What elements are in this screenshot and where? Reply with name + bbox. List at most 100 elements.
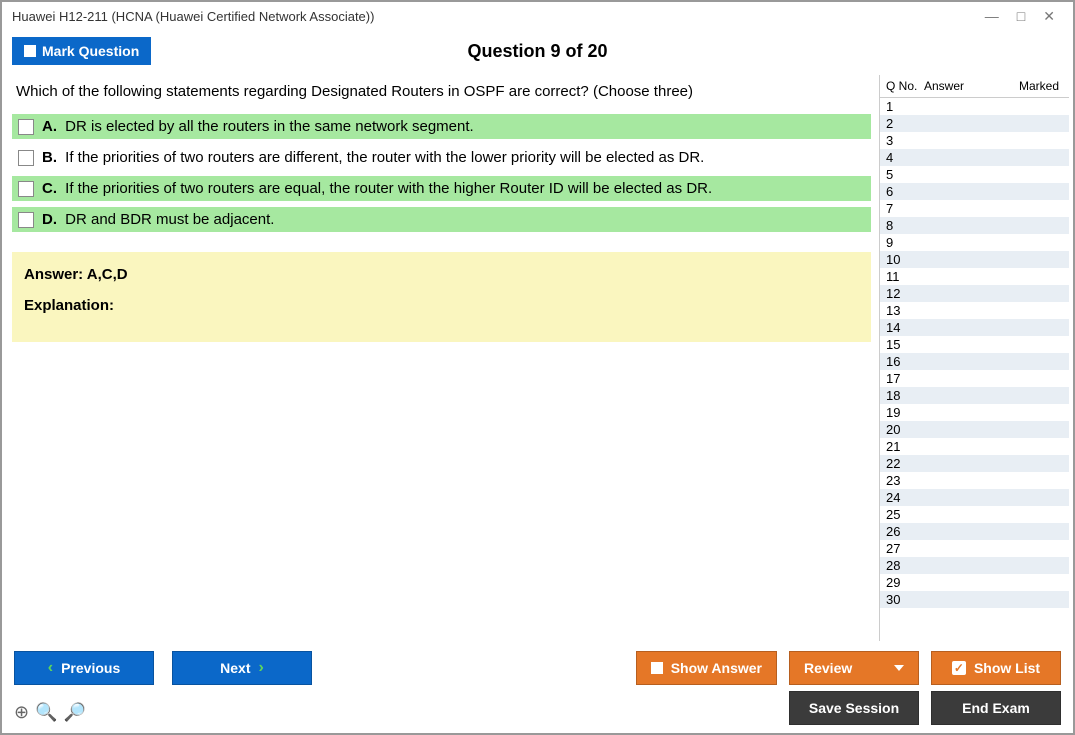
nav-row[interactable]: 29 xyxy=(880,574,1069,591)
nav-row-qno: 29 xyxy=(886,575,924,590)
next-button[interactable]: Next › xyxy=(172,651,312,685)
chevron-left-icon: ‹ xyxy=(48,660,53,676)
option-checkbox[interactable] xyxy=(18,150,34,166)
mark-question-label: Mark Question xyxy=(42,43,139,59)
nav-row-qno: 6 xyxy=(886,184,924,199)
minimize-icon[interactable]: — xyxy=(985,8,999,25)
chevron-right-icon: › xyxy=(259,660,264,676)
option-checkbox[interactable] xyxy=(18,119,34,135)
nav-row[interactable]: 2 xyxy=(880,115,1069,132)
options-list: A. DR is elected by all the routers in t… xyxy=(12,114,871,232)
nav-row[interactable]: 14 xyxy=(880,319,1069,336)
nav-col-marked: Marked xyxy=(984,79,1063,93)
nav-row[interactable]: 22 xyxy=(880,455,1069,472)
nav-row-qno: 24 xyxy=(886,490,924,505)
nav-row-qno: 1 xyxy=(886,99,924,114)
nav-header: Q No. Answer Marked xyxy=(880,75,1069,98)
nav-row[interactable]: 15 xyxy=(880,336,1069,353)
nav-row[interactable]: 13 xyxy=(880,302,1069,319)
nav-row-qno: 21 xyxy=(886,439,924,454)
close-icon[interactable]: ✕ xyxy=(1043,8,1055,25)
nav-row-qno: 14 xyxy=(886,320,924,335)
nav-row-qno: 22 xyxy=(886,456,924,471)
zoom-in-icon[interactable]: 🔍 xyxy=(35,702,57,723)
nav-row[interactable]: 27 xyxy=(880,540,1069,557)
question-text: Which of the following statements regard… xyxy=(16,83,871,100)
show-list-button[interactable]: ✓ Show List xyxy=(931,651,1061,685)
option-text: B. If the priorities of two routers are … xyxy=(42,149,704,166)
option-text: A. DR is elected by all the routers in t… xyxy=(42,118,474,135)
zoom-controls: ⊕ 🔍 🔎 xyxy=(14,702,86,723)
question-counter: Question 9 of 20 xyxy=(467,41,607,62)
show-list-label: Show List xyxy=(974,660,1040,676)
nav-row[interactable]: 6 xyxy=(880,183,1069,200)
option-c[interactable]: C. If the priorities of two routers are … xyxy=(12,176,871,201)
nav-row-qno: 16 xyxy=(886,354,924,369)
end-exam-button[interactable]: End Exam xyxy=(931,691,1061,725)
nav-row[interactable]: 1 xyxy=(880,98,1069,115)
nav-row[interactable]: 5 xyxy=(880,166,1069,183)
nav-row-qno: 25 xyxy=(886,507,924,522)
review-button[interactable]: Review xyxy=(789,651,919,685)
check-icon: ✓ xyxy=(952,661,966,675)
nav-row[interactable]: 9 xyxy=(880,234,1069,251)
nav-row-qno: 2 xyxy=(886,116,924,131)
nav-row[interactable]: 18 xyxy=(880,387,1069,404)
nav-row[interactable]: 10 xyxy=(880,251,1069,268)
nav-row-qno: 30 xyxy=(886,592,924,607)
option-checkbox[interactable] xyxy=(18,181,34,197)
nav-row[interactable]: 19 xyxy=(880,404,1069,421)
window-controls: — □ ✕ xyxy=(985,8,1063,25)
nav-row[interactable]: 3 xyxy=(880,132,1069,149)
nav-row-qno: 5 xyxy=(886,167,924,182)
option-checkbox[interactable] xyxy=(18,212,34,228)
explanation-label: Explanation: xyxy=(24,297,859,314)
nav-row[interactable]: 16 xyxy=(880,353,1069,370)
zoom-out-icon[interactable]: 🔎 xyxy=(64,702,86,723)
end-exam-label: End Exam xyxy=(962,700,1030,716)
nav-row[interactable]: 12 xyxy=(880,285,1069,302)
review-label: Review xyxy=(804,660,852,676)
previous-button[interactable]: ‹ Previous xyxy=(14,651,154,685)
nav-row[interactable]: 11 xyxy=(880,268,1069,285)
nav-col-qno: Q No. xyxy=(886,79,924,93)
nav-row-qno: 18 xyxy=(886,388,924,403)
nav-row[interactable]: 23 xyxy=(880,472,1069,489)
nav-row-qno: 12 xyxy=(886,286,924,301)
nav-row-qno: 13 xyxy=(886,303,924,318)
nav-list[interactable]: 1234567891011121314151617181920212223242… xyxy=(880,98,1069,641)
option-b[interactable]: B. If the priorities of two routers are … xyxy=(12,145,871,170)
nav-row-qno: 4 xyxy=(886,150,924,165)
show-answer-button[interactable]: Show Answer xyxy=(636,651,777,685)
nav-row[interactable]: 8 xyxy=(880,217,1069,234)
question-nav-panel: Q No. Answer Marked 12345678910111213141… xyxy=(879,75,1069,641)
bottom-bar: ‹ Previous Next › Show Answer Review xyxy=(2,641,1073,733)
answer-box: Answer: A,C,D Explanation: xyxy=(12,252,871,342)
topbar: Mark Question Question 9 of 20 xyxy=(2,31,1073,75)
nav-row[interactable]: 21 xyxy=(880,438,1069,455)
stop-icon xyxy=(24,45,36,57)
nav-row[interactable]: 28 xyxy=(880,557,1069,574)
nav-row[interactable]: 17 xyxy=(880,370,1069,387)
maximize-icon[interactable]: □ xyxy=(1017,8,1025,25)
nav-row[interactable]: 7 xyxy=(880,200,1069,217)
nav-row-qno: 7 xyxy=(886,201,924,216)
nav-row[interactable]: 30 xyxy=(880,591,1069,608)
option-text: C. If the priorities of two routers are … xyxy=(42,180,712,197)
mark-question-button[interactable]: Mark Question xyxy=(12,37,151,65)
save-session-label: Save Session xyxy=(809,700,899,716)
option-text: D. DR and BDR must be adjacent. xyxy=(42,211,274,228)
nav-row-qno: 10 xyxy=(886,252,924,267)
option-d[interactable]: D. DR and BDR must be adjacent. xyxy=(12,207,871,232)
zoom-fit-icon[interactable]: ⊕ xyxy=(14,702,29,723)
nav-row[interactable]: 25 xyxy=(880,506,1069,523)
nav-row[interactable]: 24 xyxy=(880,489,1069,506)
answer-line: Answer: A,C,D xyxy=(24,266,859,283)
nav-row[interactable]: 20 xyxy=(880,421,1069,438)
save-session-button[interactable]: Save Session xyxy=(789,691,919,725)
option-a[interactable]: A. DR is elected by all the routers in t… xyxy=(12,114,871,139)
triangle-down-icon xyxy=(894,665,904,671)
nav-row[interactable]: 26 xyxy=(880,523,1069,540)
nav-row[interactable]: 4 xyxy=(880,149,1069,166)
nav-row-qno: 28 xyxy=(886,558,924,573)
